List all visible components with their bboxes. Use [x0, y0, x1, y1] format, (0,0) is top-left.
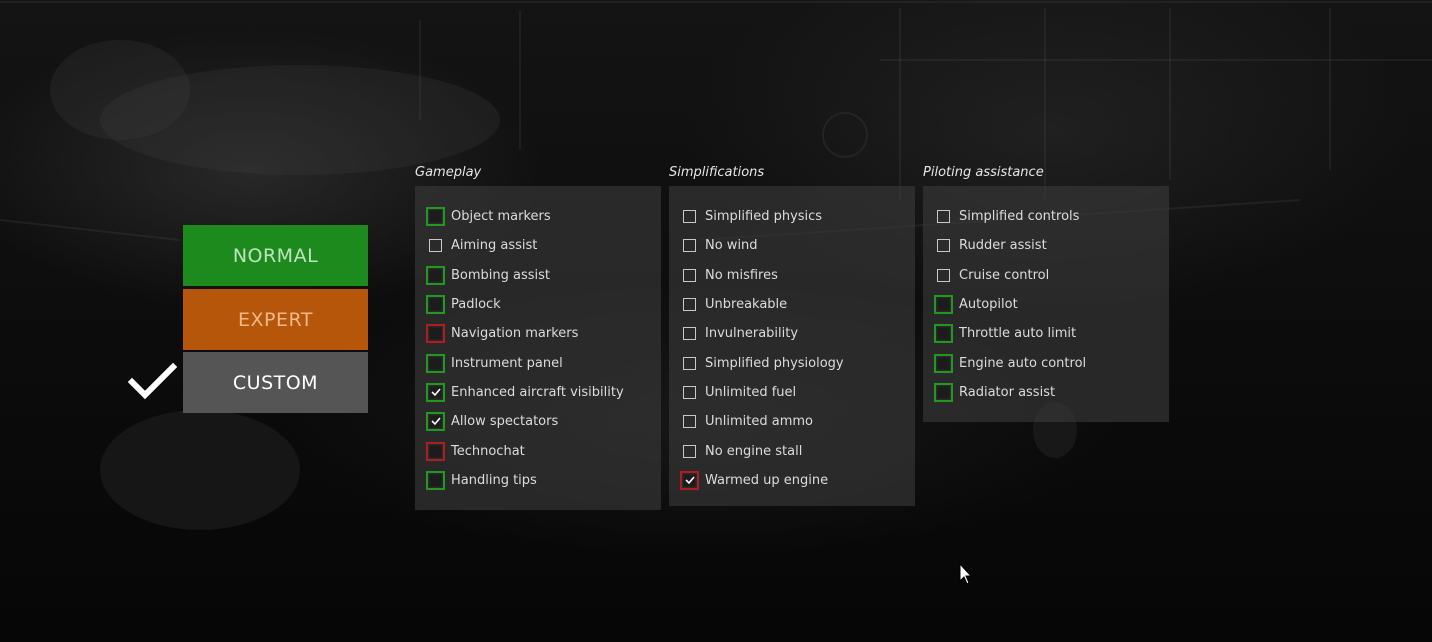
- expert-mode-label: EXPERT: [238, 308, 313, 331]
- checkbox[interactable]: [426, 353, 445, 373]
- option-padlock[interactable]: Padlock: [415, 290, 661, 319]
- normal-mode-label: NORMAL: [232, 244, 319, 267]
- option-label: Bombing assist: [451, 267, 551, 283]
- option-label: Object markers: [451, 209, 551, 225]
- checkbox[interactable]: [934, 382, 953, 402]
- checkbox[interactable]: [680, 470, 699, 490]
- option-label: No wind: [705, 238, 758, 254]
- option-allow-spectators[interactable]: Allow spectators: [415, 407, 661, 436]
- option-label: Autopilot: [959, 297, 1018, 313]
- option-unbreakable[interactable]: Unbreakable: [669, 290, 915, 319]
- option-label: Engine auto control: [959, 355, 1087, 371]
- option-label: Simplified physiology: [705, 355, 844, 371]
- checkbox[interactable]: [426, 265, 445, 285]
- option-label: Unlimited fuel: [705, 384, 797, 400]
- piloting-assistance-title: Piloting assistance: [923, 165, 1044, 180]
- checkbox[interactable]: [683, 239, 696, 253]
- mouse-cursor-icon: [959, 563, 973, 585]
- option-navigation-markers[interactable]: Navigation markers: [415, 319, 661, 348]
- option-label: Throttle auto limit: [959, 326, 1077, 342]
- option-simplified-controls[interactable]: Simplified controls: [923, 202, 1169, 231]
- option-unlimited-fuel[interactable]: Unlimited fuel: [669, 378, 915, 407]
- checkbox[interactable]: [683, 444, 696, 458]
- option-handling-tips[interactable]: Handling tips: [415, 466, 661, 495]
- custom-mode-label: CUSTOM: [232, 371, 319, 394]
- option-label: Rudder assist: [959, 238, 1047, 254]
- option-label: Invulnerability: [705, 326, 799, 342]
- piloting-assistance-panel: Simplified controls Rudder assist Cruise c…: [923, 186, 1169, 422]
- option-no-wind[interactable]: No wind: [669, 231, 915, 260]
- option-enhanced-aircraft-visibility[interactable]: Enhanced aircraft visibility: [415, 378, 661, 407]
- checkbox[interactable]: [937, 239, 950, 253]
- option-invulnerability[interactable]: Invulnerability: [669, 319, 915, 348]
- option-label: Radiator assist: [959, 384, 1056, 400]
- option-label: Instrument panel: [451, 355, 563, 371]
- checkbox[interactable]: [937, 268, 950, 282]
- custom-mode-button[interactable]: CUSTOM: [183, 352, 368, 413]
- option-label: Allow spectators: [451, 414, 559, 430]
- checkbox[interactable]: [426, 207, 445, 227]
- option-no-misfires[interactable]: No misfires: [669, 261, 915, 290]
- checkbox[interactable]: [426, 324, 445, 344]
- checkbox[interactable]: [934, 353, 953, 373]
- checkbox[interactable]: [426, 295, 445, 315]
- option-no-engine-stall[interactable]: No engine stall: [669, 436, 915, 465]
- option-autopilot[interactable]: Autopilot: [923, 290, 1169, 319]
- checkbox[interactable]: [426, 470, 445, 490]
- checkbox[interactable]: [426, 382, 445, 402]
- option-label: Simplified controls: [959, 209, 1080, 225]
- option-label: Cruise control: [959, 267, 1050, 283]
- option-label: Handling tips: [451, 472, 537, 488]
- option-label: Unlimited ammo: [705, 414, 813, 430]
- checkbox[interactable]: [934, 295, 953, 315]
- option-technochat[interactable]: Technochat: [415, 436, 661, 465]
- checkbox[interactable]: [426, 412, 445, 432]
- checkbox[interactable]: [426, 441, 445, 461]
- simplifications-panel: Simplified physics No wind No misfires Unbr…: [669, 186, 915, 506]
- option-label: Warmed up engine: [705, 472, 829, 488]
- gameplay-title: Gameplay: [415, 165, 482, 180]
- option-label: Unbreakable: [705, 297, 788, 313]
- checkbox[interactable]: [683, 385, 696, 399]
- normal-mode-button[interactable]: NORMAL: [183, 225, 368, 286]
- option-label: Technochat: [451, 443, 525, 459]
- checkbox[interactable]: [683, 210, 696, 224]
- checkbox[interactable]: [683, 268, 696, 282]
- option-cruise-control[interactable]: Cruise control: [923, 261, 1169, 290]
- option-aiming-assist[interactable]: Aiming assist: [415, 231, 661, 260]
- checkbox[interactable]: [683, 415, 696, 429]
- checkmark-icon: [685, 476, 695, 484]
- checkbox[interactable]: [937, 210, 950, 224]
- option-simplified-physics[interactable]: Simplified physics: [669, 202, 915, 231]
- option-label: No misfires: [705, 267, 778, 283]
- option-label: No engine stall: [705, 443, 803, 459]
- option-unlimited-ammo[interactable]: Unlimited ammo: [669, 407, 915, 436]
- option-label: Enhanced aircraft visibility: [451, 384, 624, 400]
- option-label: Simplified physics: [705, 209, 823, 225]
- option-bombing-assist[interactable]: Bombing assist: [415, 261, 661, 290]
- checkbox[interactable]: [683, 298, 696, 312]
- checkmark-icon: [431, 417, 441, 426]
- checkbox[interactable]: [429, 239, 442, 253]
- option-warmed-up-engine[interactable]: Warmed up engine: [669, 466, 915, 495]
- checkmark-icon: [431, 388, 441, 397]
- option-instrument-panel[interactable]: Instrument panel: [415, 348, 661, 377]
- checkbox[interactable]: [934, 324, 953, 344]
- expert-mode-button[interactable]: EXPERT: [183, 289, 368, 350]
- option-label: Aiming assist: [451, 238, 538, 254]
- selected-check-icon: [128, 362, 178, 400]
- option-label: Navigation markers: [451, 326, 579, 342]
- option-label: Padlock: [451, 297, 501, 313]
- option-throttle-auto-limit[interactable]: Throttle auto limit: [923, 319, 1169, 348]
- option-object-markers[interactable]: Object markers: [415, 202, 661, 231]
- checkbox[interactable]: [683, 356, 696, 370]
- simplifications-title: Simplifications: [669, 165, 765, 180]
- option-radiator-assist[interactable]: Radiator assist: [923, 378, 1169, 407]
- option-rudder-assist[interactable]: Rudder assist: [923, 231, 1169, 260]
- option-engine-auto-control[interactable]: Engine auto control: [923, 348, 1169, 377]
- checkbox[interactable]: [683, 327, 696, 341]
- gameplay-panel: Object markers Aiming assist Bombing assis…: [415, 186, 661, 510]
- option-simplified-physiology[interactable]: Simplified physiology: [669, 348, 915, 377]
